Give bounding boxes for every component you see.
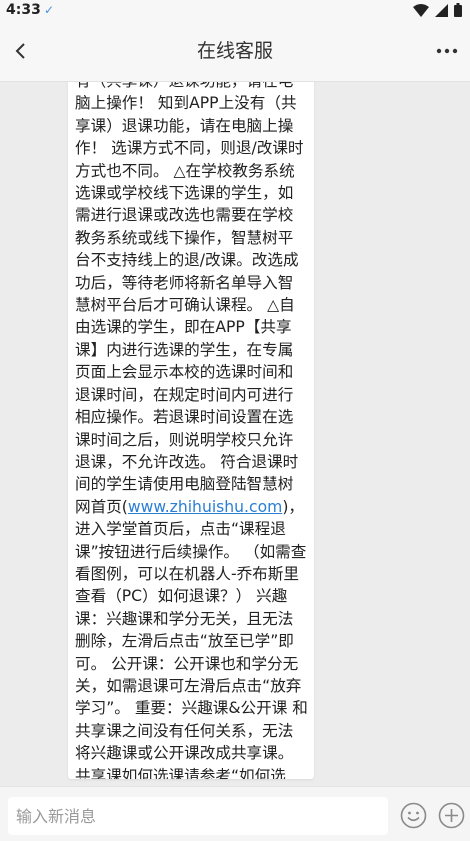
message-input[interactable] (8, 797, 388, 835)
wifi-icon (413, 3, 429, 17)
screen: 4:33 ✓ 在线客服 有（共享课）退课功能，请在电脑上操作！ 知到APP上没有… (0, 0, 470, 841)
signal-icon (435, 3, 448, 17)
message-text-part1: 有（共享课）退课功能，请在电脑上操作！ 知到APP上没有（共享课）退课功能，请在… (75, 82, 304, 516)
plus-icon[interactable] (438, 802, 465, 829)
status-time: 4:33 (6, 2, 41, 18)
header: 在线客服 (0, 20, 470, 82)
website-link[interactable]: www.zhihuishu.com (128, 498, 282, 516)
more-button[interactable] (434, 38, 460, 64)
battery-icon (454, 3, 462, 17)
chat-area[interactable]: 有（共享课）退课功能，请在电脑上操作！ 知到APP上没有（共享课）退课功能，请在… (0, 82, 470, 786)
emoji-icon[interactable] (400, 802, 427, 829)
message-text: 有（共享课）退课功能，请在电脑上操作！ 知到APP上没有（共享课）退课功能，请在… (75, 82, 308, 779)
status-icons (413, 3, 462, 17)
input-bar (0, 786, 470, 841)
message-text-part2: )，进入学堂首页后，点击“课程退课”按钮进行后续操作。 （如需查看图例，可以在机… (75, 497, 308, 779)
message-bubble: 有（共享课）退课功能，请在电脑上操作！ 知到APP上没有（共享课）退课功能，请在… (68, 82, 314, 779)
more-dots-icon (436, 48, 458, 54)
page-title: 在线客服 (196, 40, 273, 62)
status-bar: 4:33 ✓ (0, 0, 470, 20)
check-icon: ✓ (44, 3, 55, 17)
